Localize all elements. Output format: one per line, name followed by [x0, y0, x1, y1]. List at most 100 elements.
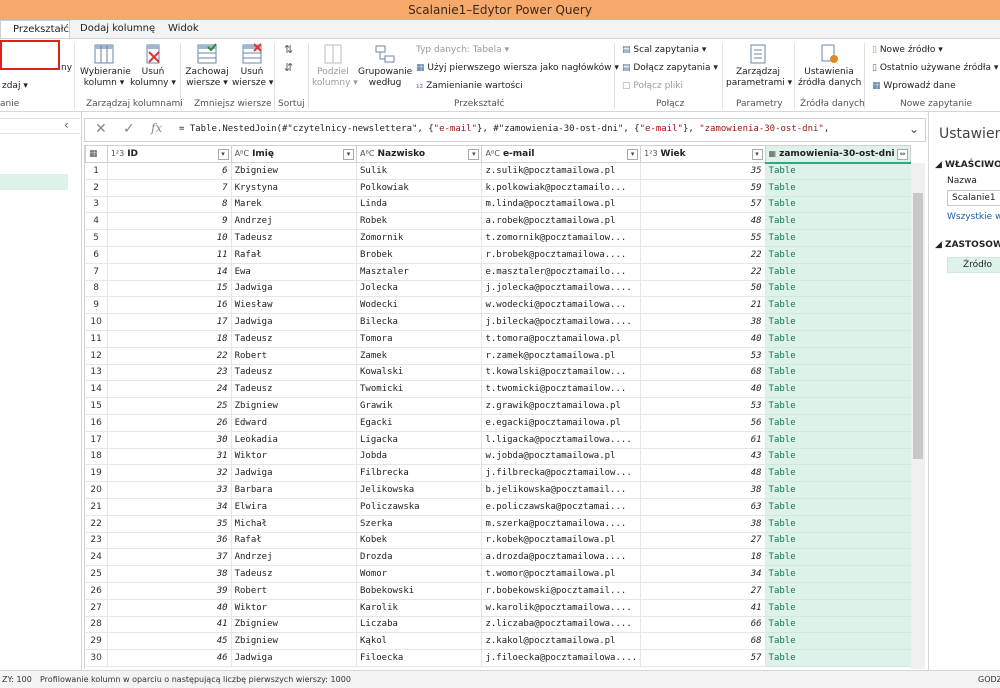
- column-header[interactable]: AᴮC Nazwisko ▾: [355, 145, 483, 163]
- table-cell[interactable]: w.jobda@pocztamailowa.pl: [481, 448, 642, 466]
- ribbon-cut-dropdown[interactable]: zdaj ▾: [2, 81, 28, 91]
- table-cell[interactable]: t.zomornik@pocztamailow...: [481, 229, 642, 247]
- table-cell[interactable]: 6: [107, 162, 232, 180]
- table-cell[interactable]: Jelikowska: [356, 481, 483, 499]
- table-cell[interactable]: 15: [107, 280, 232, 298]
- table-row[interactable]: 23 36 Rafał Kobek r.kobek@pocztamailowa.pl 27…: [85, 532, 911, 550]
- table-cell[interactable]: Masztaler: [356, 263, 483, 281]
- table-cell[interactable]: 34: [107, 498, 232, 516]
- table-cell[interactable]: 61: [640, 431, 766, 449]
- row-number[interactable]: 16: [85, 414, 108, 432]
- new-source-button[interactable]: ▯ Nowe źródło ▾: [872, 45, 943, 55]
- table-link-cell[interactable]: Table: [765, 229, 911, 247]
- table-row[interactable]: 12 22 Robert Zamek r.zamek@pocztamailowa.pl 5…: [85, 347, 911, 365]
- tab-dodaj-kolumne[interactable]: Dodaj kolumnę: [70, 20, 165, 38]
- table-cell[interactable]: 21: [640, 296, 766, 315]
- table-link-cell[interactable]: Table: [765, 380, 911, 399]
- table-cell[interactable]: Wodecki: [356, 296, 483, 315]
- table-cell[interactable]: 68: [640, 364, 766, 382]
- table-cell[interactable]: Andrzej: [231, 548, 357, 567]
- table-cell[interactable]: 17: [107, 313, 232, 331]
- row-number[interactable]: 25: [85, 565, 108, 583]
- row-number[interactable]: 13: [85, 364, 108, 382]
- table-cell[interactable]: Tadeusz: [231, 364, 357, 382]
- table-row[interactable]: 19 32 Jadwiga Filbrecka j.filbrecka@pocztama…: [85, 464, 911, 483]
- applied-steps-section[interactable]: ◢ ZASTOSOW: [935, 240, 1000, 250]
- table-cell[interactable]: j.filbrecka@pocztamailow...: [481, 464, 642, 483]
- table-cell[interactable]: Zbigniew: [231, 632, 357, 651]
- table-cell[interactable]: Jadwiga: [231, 280, 357, 298]
- table-cell[interactable]: r.bobekowski@pocztamail...: [481, 582, 642, 600]
- name-field[interactable]: Scalanie1: [947, 190, 1000, 206]
- table-cell[interactable]: Tomora: [356, 330, 483, 348]
- filter-dropdown-icon[interactable]: ▾: [627, 149, 639, 160]
- table-row[interactable]: 1 6 Zbigniew Sulik z.sulik@pocztamailowa.pl 3…: [85, 162, 911, 180]
- table-link-cell[interactable]: Table: [765, 481, 911, 499]
- table-cell[interactable]: Robert: [231, 347, 357, 365]
- table-link-cell[interactable]: Table: [765, 330, 911, 348]
- table-cell[interactable]: Policzawska: [356, 498, 483, 516]
- table-cell[interactable]: Ligacka: [356, 431, 483, 449]
- table-row[interactable]: 14 24 Tadeusz Twomicki t.twomicki@pocztamail…: [85, 380, 911, 399]
- table-cell[interactable]: Michał: [231, 515, 357, 533]
- row-number[interactable]: 1: [85, 162, 108, 180]
- row-number[interactable]: 18: [85, 448, 108, 466]
- table-cell[interactable]: 38: [107, 565, 232, 583]
- table-cell[interactable]: t.tomora@pocztamailowa.pl: [481, 330, 642, 348]
- table-cell[interactable]: r.kobek@pocztamailowa.pl: [481, 532, 642, 550]
- table-link-cell[interactable]: Table: [765, 212, 911, 231]
- table-cell[interactable]: Zbigniew: [231, 162, 357, 180]
- table-corner-icon[interactable]: ▦: [85, 145, 108, 163]
- table-link-cell[interactable]: Table: [765, 582, 911, 600]
- table-cell[interactable]: 68: [640, 632, 766, 651]
- table-cell[interactable]: 25: [107, 397, 232, 415]
- remove-rows-button[interactable]: Usuń wiersze ▾: [232, 43, 273, 89]
- table-cell[interactable]: a.drozda@pocztamailowa....: [481, 548, 642, 567]
- table-cell[interactable]: 48: [640, 212, 766, 231]
- table-cell[interactable]: 56: [640, 414, 766, 432]
- table-link-cell[interactable]: Table: [765, 448, 911, 466]
- table-row[interactable]: 27 40 Wiktor Karolik w.karolik@pocztamailowa…: [85, 599, 911, 617]
- table-cell[interactable]: 24: [107, 380, 232, 399]
- table-row[interactable]: 21 34 Elwira Policzawska e.policzawska@poczt…: [85, 498, 911, 516]
- table-cell[interactable]: Edward: [231, 414, 357, 432]
- table-link-cell[interactable]: Table: [765, 397, 911, 415]
- table-cell[interactable]: t.twomicki@pocztamailow...: [481, 380, 642, 399]
- table-link-cell[interactable]: Table: [765, 313, 911, 331]
- table-cell[interactable]: z.grawik@pocztamailowa.pl: [481, 397, 642, 415]
- collapse-pane-icon[interactable]: ‹: [64, 118, 69, 132]
- table-cell[interactable]: Jadwiga: [231, 649, 357, 667]
- table-row[interactable]: 24 37 Andrzej Drozda a.drozda@pocztamailowa.…: [85, 548, 911, 567]
- table-cell[interactable]: Marek: [231, 196, 357, 214]
- vertical-scrollbar[interactable]: [911, 163, 925, 669]
- filter-dropdown-icon[interactable]: ▾: [751, 149, 763, 160]
- table-cell[interactable]: Kobek: [356, 532, 483, 550]
- table-row[interactable]: 3 8 Marek Linda m.linda@pocztamailowa.pl 57 Ta…: [85, 196, 911, 214]
- table-cell[interactable]: 66: [640, 616, 766, 634]
- row-number[interactable]: 7: [85, 263, 108, 281]
- table-cell[interactable]: Ewa: [231, 263, 357, 281]
- row-number[interactable]: 14: [85, 380, 108, 399]
- merge-queries-button[interactable]: ▤ Scal zapytania ▾: [622, 45, 706, 55]
- table-cell[interactable]: 43: [640, 448, 766, 466]
- tab-przeksztalc[interactable]: Przekształć: [0, 20, 70, 38]
- table-cell[interactable]: 41: [640, 599, 766, 617]
- table-cell[interactable]: t.kowalski@pocztamailow...: [481, 364, 642, 382]
- table-cell[interactable]: Jadwiga: [231, 313, 357, 331]
- table-cell[interactable]: Twomicki: [356, 380, 483, 399]
- table-cell[interactable]: 32: [107, 464, 232, 483]
- table-row[interactable]: 20 33 Barbara Jelikowska b.jelikowska@poczta…: [85, 481, 911, 499]
- table-cell[interactable]: m.linda@pocztamailowa.pl: [481, 196, 642, 214]
- row-number[interactable]: 29: [85, 632, 108, 651]
- table-link-cell[interactable]: Table: [765, 649, 911, 667]
- table-cell[interactable]: r.brobek@pocztamailowa....: [481, 246, 642, 264]
- table-cell[interactable]: Liczaba: [356, 616, 483, 634]
- combine-files-button[interactable]: ▢ Połącz pliki: [622, 81, 683, 91]
- table-link-cell[interactable]: Table: [765, 464, 911, 483]
- table-cell[interactable]: Kąkol: [356, 632, 483, 651]
- table-cell[interactable]: 10: [107, 229, 232, 247]
- row-number[interactable]: 19: [85, 464, 108, 483]
- table-cell[interactable]: 26: [107, 414, 232, 432]
- table-row[interactable]: 29 45 Zbigniew Kąkol z.kakol@pocztamailowa.p…: [85, 632, 911, 651]
- table-cell[interactable]: Rafał: [231, 532, 357, 550]
